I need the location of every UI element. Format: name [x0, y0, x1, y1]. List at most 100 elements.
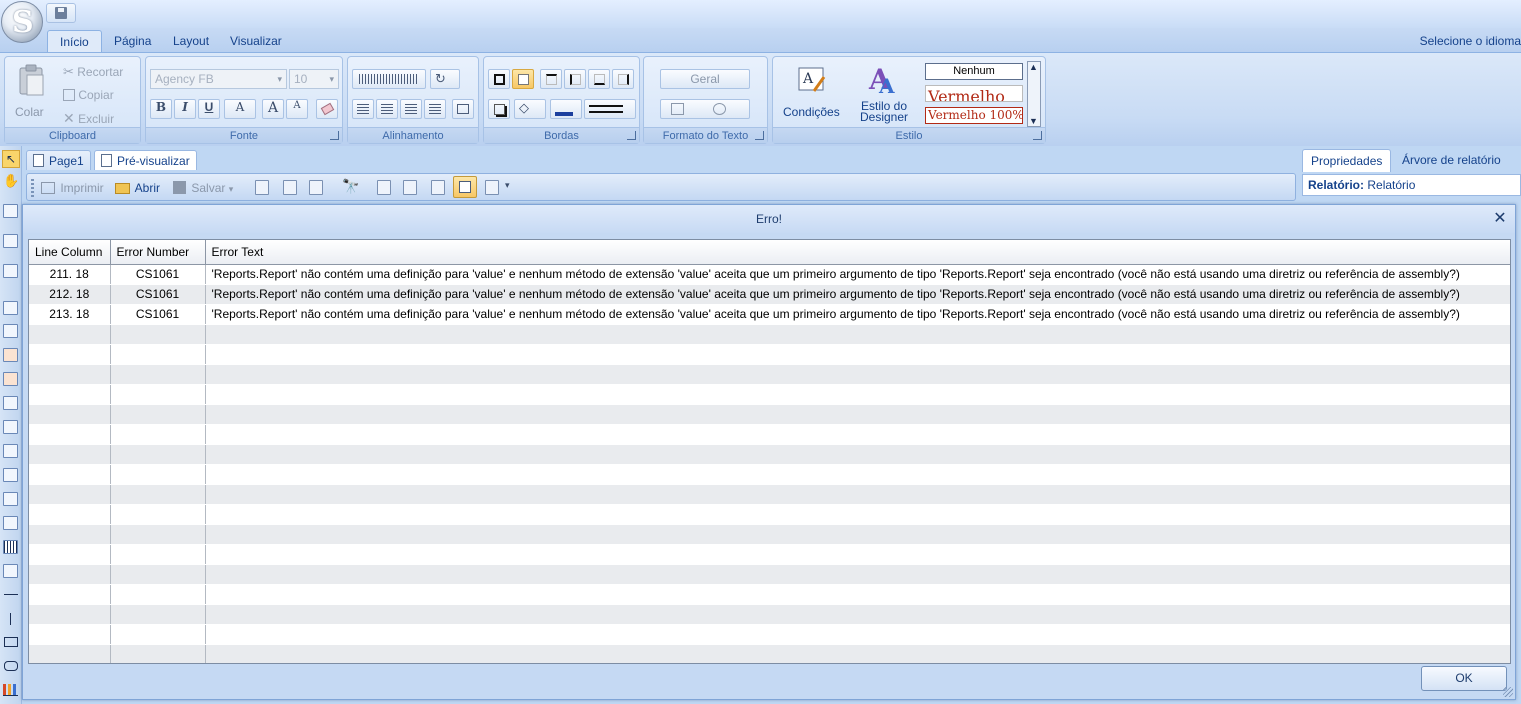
align-justify-button[interactable] [424, 99, 446, 119]
barcode-tool-icon[interactable] [3, 468, 18, 482]
chart-tool-icon[interactable] [3, 684, 18, 696]
image-tool-icon[interactable] [3, 444, 18, 458]
cut-button[interactable]: ✂ Recortar [63, 62, 123, 82]
scroll-down-icon[interactable]: ▼ [1029, 116, 1038, 126]
conditions-button[interactable]: A Condições [779, 61, 847, 123]
select-tool-icon[interactable]: ↖ [2, 150, 20, 168]
zoom-dropdown-icon[interactable]: ▾ [505, 180, 510, 191]
scroll-up-icon[interactable]: ▲ [1029, 62, 1038, 72]
single-page-icon[interactable] [377, 180, 391, 195]
horizontal-line-tool-icon[interactable] [4, 594, 18, 595]
right-border-button[interactable] [612, 69, 634, 89]
copy-button[interactable]: Copiar [63, 85, 114, 105]
tab-preview[interactable]: Pré-visualizar [94, 150, 197, 170]
all-borders-button[interactable] [488, 69, 510, 89]
border-color-button[interactable] [550, 99, 582, 119]
border-style-select[interactable] [584, 99, 636, 119]
rounded-rectangle-tool-icon[interactable] [4, 661, 18, 671]
align-center-button[interactable] [376, 99, 398, 119]
style-item-red-100[interactable]: Vermelho 100% [925, 107, 1023, 124]
tab-layout[interactable]: Layout [161, 30, 221, 52]
clear-format-button[interactable] [316, 99, 338, 119]
zoom-icon[interactable] [485, 180, 499, 195]
style-gallery-scrollbar[interactable]: ▲ ▼ [1027, 61, 1041, 127]
style-item-red[interactable]: Vermelho [925, 85, 1023, 102]
italic-button[interactable]: I [174, 99, 196, 119]
fill-color-button[interactable]: ◇ [514, 99, 546, 119]
container-tool-icon[interactable] [3, 324, 18, 338]
language-selector[interactable]: Selecione o idioma [1420, 34, 1521, 48]
font-color-button[interactable]: A [224, 99, 256, 119]
bottom-border-button[interactable] [588, 69, 610, 89]
tab-visualizar[interactable]: Visualizar [218, 30, 294, 52]
shadow-border-button[interactable] [512, 69, 534, 89]
align-right-button[interactable] [400, 99, 422, 119]
open-button[interactable]: Abrir [115, 179, 160, 197]
print-button[interactable]: Imprimir [41, 179, 104, 197]
style-dialog-launcher-icon[interactable] [1033, 131, 1042, 140]
barcode2-tool-icon[interactable] [3, 540, 18, 554]
tab-inicio[interactable]: Início [47, 30, 102, 52]
ok-button[interactable]: OK [1421, 666, 1507, 691]
save-button[interactable]: Salvar ▾ [173, 179, 233, 197]
word-wrap-button[interactable] [452, 99, 474, 119]
shadow-button[interactable] [488, 99, 510, 119]
shrink-font-button[interactable]: A [286, 99, 308, 119]
tab-page1[interactable]: Page1 [26, 150, 91, 170]
application-menu-button[interactable]: S [1, 1, 43, 43]
cross-band-tool-icon[interactable] [3, 234, 18, 248]
align-left-button[interactable] [352, 99, 374, 119]
font-dialog-launcher-icon[interactable] [330, 131, 339, 140]
style-item-none[interactable]: Nenhum [925, 63, 1023, 80]
page-setup-icon[interactable] [255, 180, 269, 195]
bookmarks-icon[interactable] [309, 180, 323, 195]
shape-tool-icon[interactable] [3, 492, 18, 506]
column-header-number[interactable]: Error Number [110, 240, 206, 265]
left-border-button[interactable] [564, 69, 586, 89]
rotate-text-button[interactable]: ↻ [430, 69, 460, 89]
font-size-select[interactable]: 10 [289, 69, 339, 89]
save-dropdown-icon[interactable]: ▾ [229, 184, 234, 194]
resize-grip-icon[interactable] [1503, 687, 1513, 697]
designer-style-button[interactable]: A A Estilo do Designer [853, 61, 915, 127]
underline-button[interactable]: U [198, 99, 220, 119]
table-row[interactable]: 211. 18 CS1061 'Reports.Report' não contém… [29, 264, 1510, 285]
bold-button[interactable]: B [150, 99, 172, 119]
tab-report-tree[interactable]: Árvore de relatório [1394, 149, 1509, 172]
picture-tool-icon[interactable] [3, 516, 18, 530]
find-icon[interactable]: 🔭 [342, 178, 359, 195]
paste-button[interactable]: Colar [9, 61, 53, 123]
top-border-button[interactable] [540, 69, 562, 89]
hand-tool-icon[interactable]: ✋ [3, 173, 19, 189]
borders-dialog-launcher-icon[interactable] [627, 131, 636, 140]
band-tool-icon[interactable] [3, 204, 18, 218]
contour-text-tool-icon[interactable] [3, 420, 18, 434]
text-format-select[interactable]: Geral [660, 69, 750, 89]
rich-text-tool-icon[interactable] [3, 372, 18, 386]
close-icon[interactable]: ✕ [1493, 211, 1507, 227]
tab-pagina[interactable]: Página [102, 30, 163, 52]
column-header-text[interactable]: Error Text [205, 240, 1510, 265]
checkbox-tool-icon[interactable] [3, 564, 18, 578]
multiple-pages-icon[interactable] [431, 180, 445, 195]
panel-tool-icon[interactable] [3, 264, 18, 278]
font-family-select[interactable]: Agency FB [150, 69, 287, 89]
column-header-line[interactable]: Line Column [29, 240, 111, 265]
rectangle-tool-icon[interactable] [4, 637, 18, 647]
continuous-page-icon[interactable] [403, 180, 417, 195]
table-row[interactable]: 212. 18 CS1061 'Reports.Report' não contém… [29, 284, 1510, 305]
quick-save-button[interactable] [46, 3, 76, 23]
style-gallery[interactable]: Nenhum Vermelho Vermelho 100% [923, 61, 1023, 127]
delete-button[interactable]: ✕ Excluir [63, 108, 114, 128]
text-tool-icon[interactable] [3, 348, 18, 362]
table-row[interactable]: 213. 18 CS1061 'Reports.Report' não contém… [29, 304, 1510, 325]
parameters-icon[interactable] [283, 180, 297, 195]
system-text-tool-icon[interactable] [3, 396, 18, 410]
text-format-dialog-launcher-icon[interactable] [755, 131, 764, 140]
page-tool-icon[interactable] [3, 301, 18, 315]
page-width-icon[interactable] [453, 176, 477, 198]
format-options-buttons[interactable] [660, 99, 750, 119]
tab-properties[interactable]: Propriedades [1302, 149, 1392, 172]
vertical-line-tool-icon[interactable] [10, 613, 11, 625]
grow-font-button[interactable]: A [262, 99, 284, 119]
